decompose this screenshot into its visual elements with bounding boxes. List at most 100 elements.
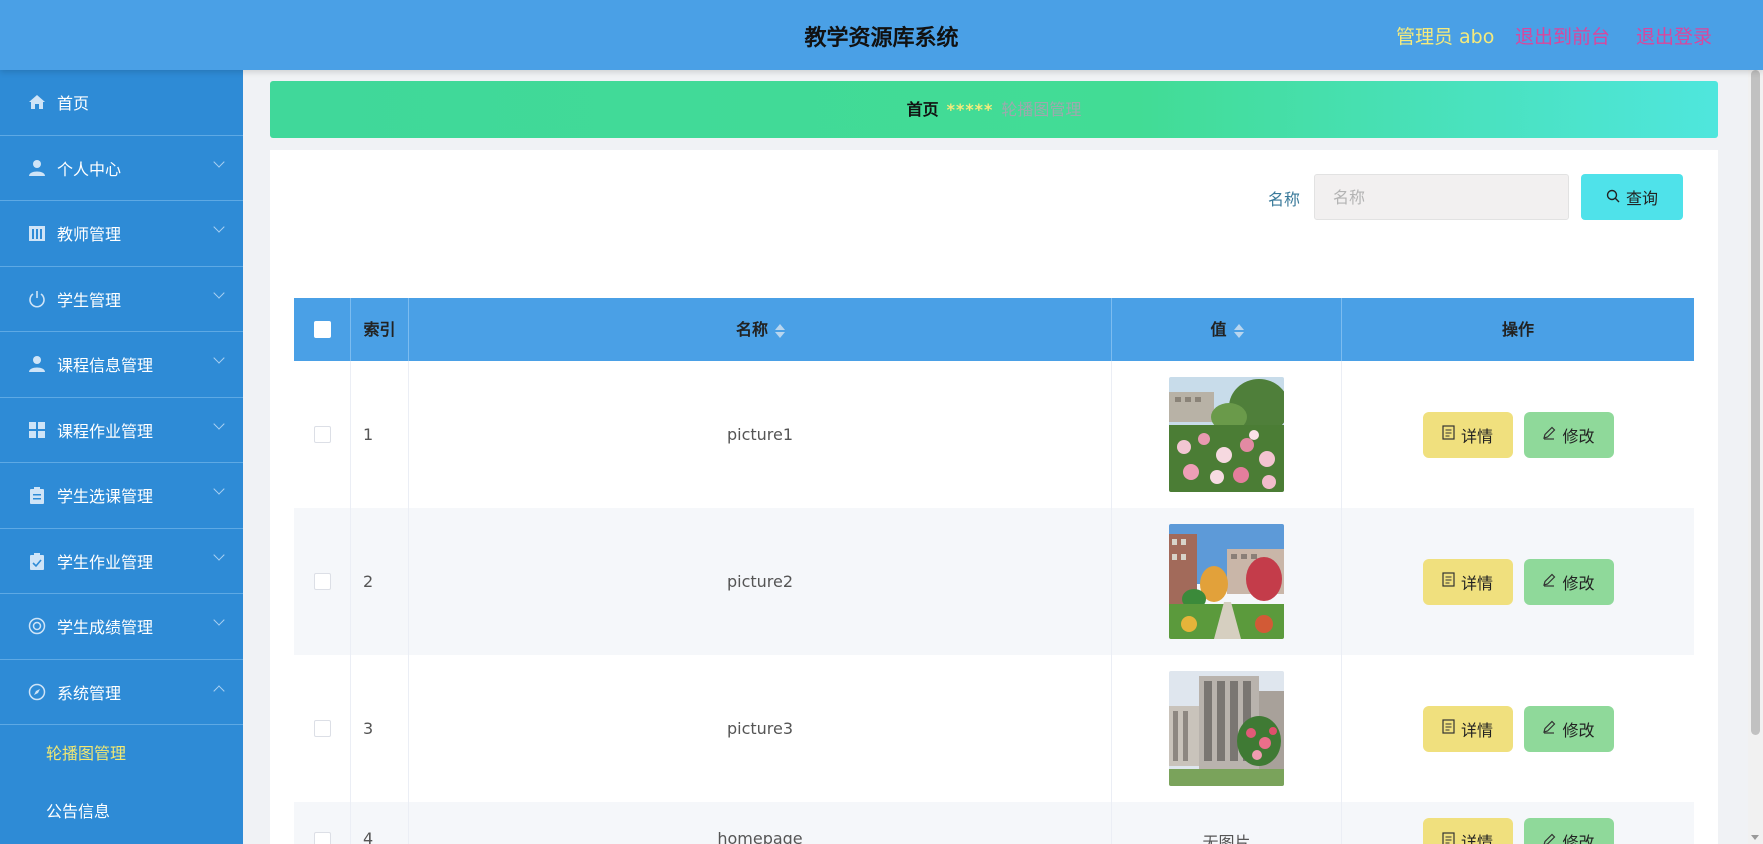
sidebar-item-student-homework-management[interactable]: 学生作业管理 bbox=[0, 529, 243, 594]
sidebar-item-label: 学生管理 bbox=[57, 290, 122, 310]
logout-link[interactable]: 退出登录 bbox=[1636, 22, 1712, 49]
sidebar-subitem-carousel[interactable]: 轮播图管理 bbox=[0, 725, 243, 783]
column-header-index: 索引 bbox=[351, 298, 409, 361]
sidebar-item-label: 学生作业管理 bbox=[57, 552, 154, 572]
edit-button[interactable]: 修改 bbox=[1523, 411, 1614, 458]
user-icon bbox=[27, 354, 47, 374]
breadcrumb-home[interactable]: 首页 bbox=[907, 100, 939, 119]
detail-button[interactable]: 详情 bbox=[1422, 558, 1513, 605]
row-name: picture2 bbox=[409, 508, 1112, 655]
power-icon bbox=[27, 289, 47, 309]
row-name: picture1 bbox=[409, 361, 1112, 508]
lifebuoy-icon bbox=[27, 616, 47, 636]
sidebar-item-personal-center[interactable]: 个人中心 bbox=[0, 136, 243, 201]
row-value-cell bbox=[1112, 655, 1342, 802]
column-header-value-label: 值 bbox=[1210, 320, 1227, 339]
select-all-checkbox[interactable] bbox=[313, 321, 331, 338]
table-row: 4 homepage 无图片 详情 修改 bbox=[294, 802, 1694, 844]
sidebar-item-course-homework-management[interactable]: 课程作业管理 bbox=[0, 398, 243, 463]
row-checkbox[interactable] bbox=[313, 573, 331, 590]
search-button-label: 查询 bbox=[1625, 189, 1658, 208]
sort-icon[interactable] bbox=[1233, 323, 1244, 339]
sidebar-item-course-selection-management[interactable]: 学生选课管理 bbox=[0, 463, 243, 529]
sidebar-item-home[interactable]: 首页 bbox=[0, 70, 243, 136]
row-actions: 详情 修改 bbox=[1342, 361, 1694, 508]
vertical-scrollbar[interactable] bbox=[1748, 70, 1763, 844]
sidebar-item-label: 学生选课管理 bbox=[57, 487, 154, 506]
scroll-down-icon[interactable] bbox=[1751, 835, 1759, 840]
row-index: 3 bbox=[351, 655, 409, 802]
chevron-up-icon bbox=[213, 684, 225, 697]
edit-icon bbox=[1542, 572, 1556, 591]
top-header: 教学资源库系统 管理员 abo 退出到前台 退出登录 bbox=[0, 0, 1763, 70]
sidebar-item-system-management[interactable]: 系统管理 bbox=[0, 660, 243, 725]
detail-button-label: 详情 bbox=[1460, 720, 1493, 740]
row-checkbox[interactable] bbox=[313, 426, 331, 443]
search-label: 名称 bbox=[1268, 190, 1301, 209]
sidebar-item-label: 个人中心 bbox=[57, 159, 122, 179]
sidebar-item-student-management[interactable]: 学生管理 bbox=[0, 267, 243, 332]
chevron-down-icon bbox=[213, 614, 225, 626]
building-icon bbox=[27, 223, 47, 243]
search-icon bbox=[1606, 188, 1620, 207]
edit-button-label: 修改 bbox=[1562, 573, 1595, 593]
sidebar-item-teacher-management[interactable]: 教师管理 bbox=[0, 201, 243, 267]
select-all-cell bbox=[294, 298, 351, 361]
admin-user-label: 管理员 abo bbox=[1396, 26, 1495, 48]
grid-icon bbox=[27, 420, 47, 440]
edit-button-label: 修改 bbox=[1562, 426, 1595, 446]
row-name: picture3 bbox=[409, 655, 1112, 802]
column-header-actions: 操作 bbox=[1501, 320, 1534, 339]
edit-button-label: 修改 bbox=[1562, 833, 1595, 844]
row-index: 2 bbox=[351, 508, 409, 655]
table-row: 2 picture2 详情 修改 bbox=[294, 508, 1694, 655]
app-title: 教学资源库系统 bbox=[804, 26, 959, 51]
sidebar: 首页 个人中心 教师管理 学生管理 课程信息管理 课程作业管理 学生选课管理 学… bbox=[0, 70, 243, 844]
edit-icon bbox=[1542, 719, 1556, 738]
home-icon bbox=[27, 92, 47, 112]
carousel-thumbnail bbox=[1169, 524, 1284, 639]
row-checkbox[interactable] bbox=[313, 720, 331, 737]
exit-to-front-link[interactable]: 退出到前台 bbox=[1515, 22, 1610, 49]
row-checkbox-cell bbox=[294, 508, 351, 655]
column-header-name[interactable]: 名称 bbox=[409, 298, 1112, 361]
chevron-down-icon bbox=[213, 417, 225, 430]
row-value-cell bbox=[1112, 361, 1342, 508]
edit-button[interactable]: 修改 bbox=[1523, 558, 1614, 605]
document-icon bbox=[1442, 831, 1455, 844]
sidebar-item-label: 学生成绩管理 bbox=[57, 618, 154, 637]
row-index: 4 bbox=[351, 802, 409, 844]
edit-icon bbox=[1542, 425, 1556, 444]
row-value-cell bbox=[1112, 508, 1342, 655]
document-icon bbox=[1442, 425, 1455, 444]
table-row: 1 picture1 详情 修改 bbox=[294, 361, 1694, 508]
edit-button[interactable]: 修改 bbox=[1523, 705, 1614, 752]
row-checkbox[interactable] bbox=[313, 832, 331, 844]
sidebar-subitem-notice[interactable]: 公告信息 bbox=[0, 783, 243, 841]
carousel-thumbnail bbox=[1169, 671, 1284, 786]
clipboard-check-icon bbox=[27, 551, 47, 571]
sidebar-item-label: 系统管理 bbox=[57, 683, 122, 703]
edit-button[interactable]: 修改 bbox=[1523, 818, 1614, 844]
sidebar-item-grade-management[interactable]: 学生成绩管理 bbox=[0, 594, 243, 660]
edit-button-label: 修改 bbox=[1562, 720, 1595, 740]
scrollbar-thumb[interactable] bbox=[1751, 70, 1760, 735]
compass-icon bbox=[27, 682, 47, 702]
column-header-value[interactable]: 值 bbox=[1112, 298, 1342, 361]
row-value-no-image: 无图片 bbox=[1112, 802, 1342, 844]
detail-button-label: 详情 bbox=[1460, 426, 1493, 446]
table-row: 3 picture3 详情 修改 bbox=[294, 655, 1694, 802]
search-input[interactable] bbox=[1314, 174, 1569, 220]
search-button[interactable]: 查询 bbox=[1581, 174, 1683, 220]
detail-button[interactable]: 详情 bbox=[1422, 818, 1513, 844]
row-checkbox-cell bbox=[294, 361, 351, 508]
clipboard-icon bbox=[27, 485, 47, 505]
document-icon bbox=[1442, 572, 1455, 591]
table-header: 索引 名称 值 操作 bbox=[294, 298, 1694, 361]
sidebar-item-label: 教师管理 bbox=[57, 225, 122, 244]
sort-icon[interactable] bbox=[774, 323, 785, 339]
detail-button[interactable]: 详情 bbox=[1422, 705, 1513, 752]
sidebar-item-course-info-management[interactable]: 课程信息管理 bbox=[0, 332, 243, 398]
chevron-down-icon bbox=[213, 286, 225, 299]
detail-button[interactable]: 详情 bbox=[1422, 411, 1513, 458]
